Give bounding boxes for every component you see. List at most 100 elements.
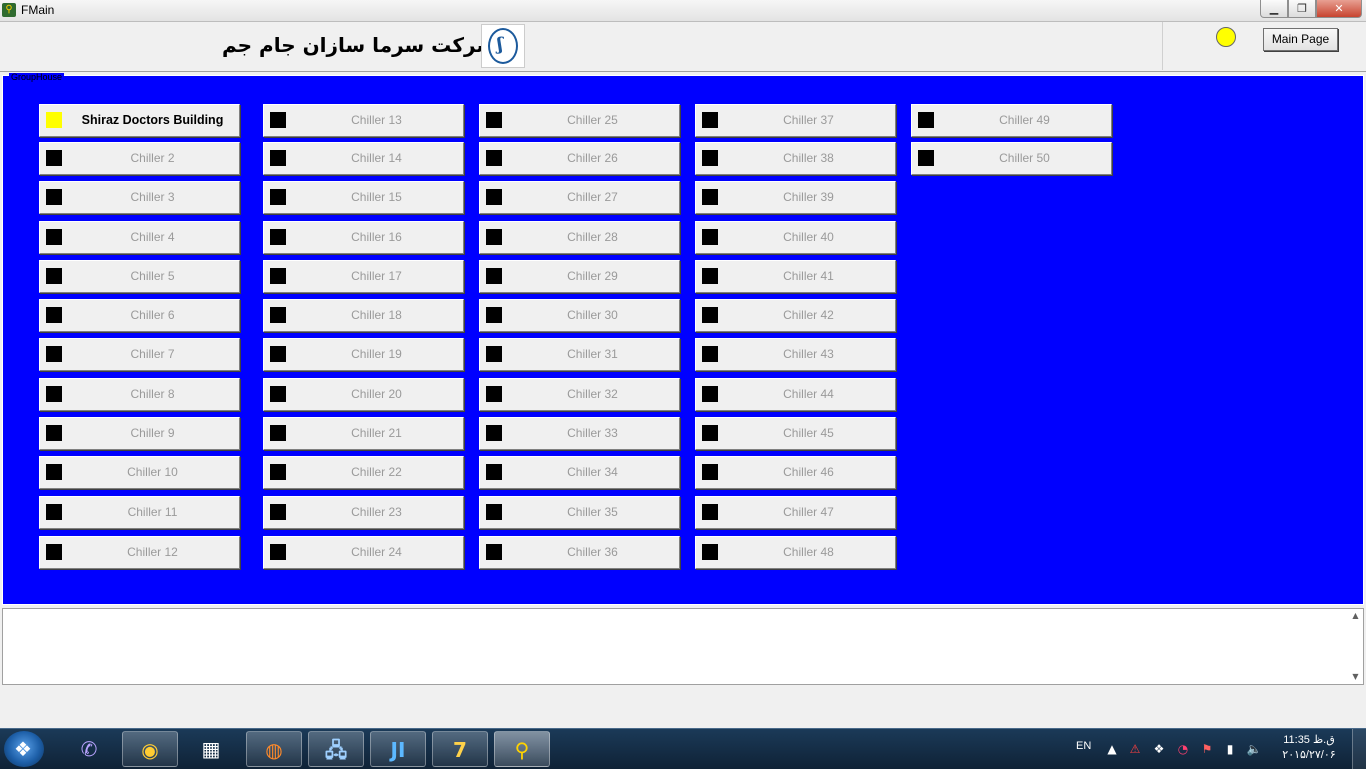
chiller-label: Chiller 48	[783, 545, 834, 559]
chiller-label: Chiller 14	[351, 151, 402, 165]
chiller-label: Chiller 21	[351, 426, 402, 440]
chiller-button[interactable]: Chiller 4	[39, 221, 240, 254]
chiller-button[interactable]: Chiller 15	[263, 181, 464, 214]
chiller-button[interactable]: Chiller 47	[695, 496, 896, 529]
chiller-button[interactable]: Chiller 24	[263, 536, 464, 569]
chiller-button[interactable]: Chiller 45	[695, 417, 896, 450]
window-titlebar[interactable]: ⚲ FMain ▁ ❐ ✕	[0, 0, 1366, 22]
chiller-button[interactable]: Chiller 35	[479, 496, 680, 529]
start-button[interactable]	[4, 731, 44, 767]
dropbox-tray-icon[interactable]: ❖	[1151, 742, 1167, 756]
power-tray-icon[interactable]: ▮	[1222, 742, 1238, 756]
chiller-button[interactable]: Chiller 22	[263, 456, 464, 489]
chiller-button[interactable]: Chiller 3	[39, 181, 240, 214]
taskbar: ✆ ◉ ▦ ◍ 🖧 JI 7 ⚲ EN ▲ ⚠ ❖ ◔ ⚑ ▮ 🔈 11:35 ق.ظ ۲۰۱…	[0, 728, 1366, 769]
chiller-button[interactable]: Chiller 17	[263, 260, 464, 293]
chiller-button[interactable]: Chiller 41	[695, 260, 896, 293]
chiller-button[interactable]: Chiller 18	[263, 299, 464, 332]
chiller-button[interactable]: Chiller 43	[695, 338, 896, 371]
chiller-button[interactable]: Chiller 38	[695, 142, 896, 175]
chiller-button[interactable]: Chiller 7	[39, 338, 240, 371]
chiller-button[interactable]: Chiller 26	[479, 142, 680, 175]
taskbar-button[interactable]: ⚲	[494, 731, 550, 767]
chiller-button[interactable]: Chiller 5	[39, 260, 240, 293]
chiller-status-icon	[702, 307, 718, 323]
chiller-button[interactable]: Chiller 49	[911, 104, 1112, 137]
taskbar-button[interactable]: ◍	[246, 731, 302, 767]
chiller-button[interactable]: Chiller 21	[263, 417, 464, 450]
chiller-button[interactable]: Chiller 27	[479, 181, 680, 214]
chiller-status-icon	[270, 346, 286, 362]
maximize-button[interactable]: ❐	[1288, 0, 1316, 18]
chiller-button[interactable]: Shiraz Doctors Building	[39, 104, 240, 137]
chiller-button[interactable]: Chiller 46	[695, 456, 896, 489]
chiller-button[interactable]: Chiller 36	[479, 536, 680, 569]
chiller-button[interactable]: Chiller 11	[39, 496, 240, 529]
chiller-button[interactable]: Chiller 19	[263, 338, 464, 371]
scroll-up-arrow-icon[interactable]: ▲	[1348, 609, 1363, 623]
chiller-button[interactable]: Chiller 12	[39, 536, 240, 569]
chiller-button[interactable]: Chiller 16	[263, 221, 464, 254]
log-textarea[interactable]: ▲ ▼	[2, 608, 1364, 685]
scroll-down-arrow-icon[interactable]: ▼	[1348, 670, 1363, 684]
clock-date: ۲۰۱۵/۲۷/۰۶	[1282, 749, 1336, 761]
header-panel: شرکت سرما سازان جام جم ʃ	[0, 22, 1366, 72]
taskbar-button[interactable]: ✆	[62, 731, 116, 767]
chiller-button[interactable]: Chiller 42	[695, 299, 896, 332]
chiller-button[interactable]: Chiller 48	[695, 536, 896, 569]
taskbar-button[interactable]: ▦	[184, 731, 238, 767]
taskbar-clock[interactable]: 11:35 ق.ظ ۲۰۱۵/۲۷/۰۶	[1276, 733, 1342, 763]
chiller-label: Chiller 40	[783, 230, 834, 244]
chiller-button[interactable]: Chiller 39	[695, 181, 896, 214]
volume-muted-icon[interactable]: 🔈	[1246, 742, 1262, 756]
company-name: شرکت سرما سازان جام جم	[222, 33, 497, 57]
chiller-button[interactable]: Chiller 37	[695, 104, 896, 137]
chiller-button[interactable]: Chiller 6	[39, 299, 240, 332]
chiller-button[interactable]: Chiller 32	[479, 378, 680, 411]
chiller-status-icon	[486, 268, 502, 284]
chiller-button[interactable]: Chiller 31	[479, 338, 680, 371]
chiller-label: Chiller 41	[783, 269, 834, 283]
close-button[interactable]: ✕	[1316, 0, 1362, 18]
chiller-button[interactable]: Chiller 33	[479, 417, 680, 450]
chiller-button[interactable]: Chiller 10	[39, 456, 240, 489]
chiller-button[interactable]: Chiller 13	[263, 104, 464, 137]
chiller-label: Chiller 46	[783, 465, 834, 479]
chiller-button[interactable]: Chiller 8	[39, 378, 240, 411]
chiller-status-icon	[270, 150, 286, 166]
chiller-button[interactable]: Chiller 9	[39, 417, 240, 450]
chiller-button[interactable]: Chiller 30	[479, 299, 680, 332]
chiller-button[interactable]: Chiller 29	[479, 260, 680, 293]
main-page-button[interactable]: Main Page	[1263, 28, 1338, 51]
show-desktop-button[interactable]	[1352, 729, 1366, 769]
chiller-label: Chiller 20	[351, 387, 402, 401]
minimize-button[interactable]: ▁	[1260, 0, 1288, 18]
taskbar-button[interactable]: 7	[432, 731, 488, 767]
chiller-status-icon	[46, 544, 62, 560]
log-scrollbar[interactable]: ▲ ▼	[1348, 609, 1363, 684]
chiller-button[interactable]: Chiller 50	[911, 142, 1112, 175]
taskbar-button[interactable]: JI	[370, 731, 426, 767]
chiller-button[interactable]: Chiller 2	[39, 142, 240, 175]
chiller-status-icon	[270, 268, 286, 284]
chiller-label: Chiller 33	[567, 426, 618, 440]
chiller-button[interactable]: Chiller 28	[479, 221, 680, 254]
chiller-label: Chiller 7	[130, 347, 175, 361]
chiller-button[interactable]: Chiller 25	[479, 104, 680, 137]
chiller-button[interactable]: Chiller 14	[263, 142, 464, 175]
app-icon[interactable]: ⚲	[2, 3, 16, 17]
chiller-button[interactable]: Chiller 40	[695, 221, 896, 254]
antivirus-tray-icon[interactable]: ⚠	[1127, 742, 1143, 756]
chiller-button[interactable]: Chiller 23	[263, 496, 464, 529]
app-tray-icon[interactable]: ◔	[1175, 742, 1191, 756]
taskbar-button[interactable]: 🖧	[308, 731, 364, 767]
show-hidden-icons-icon[interactable]: ▲	[1104, 742, 1120, 756]
chiller-label: Chiller 8	[130, 387, 175, 401]
chiller-button[interactable]: Chiller 20	[263, 378, 464, 411]
chiller-button[interactable]: Chiller 34	[479, 456, 680, 489]
taskbar-button[interactable]: ◉	[122, 731, 178, 767]
language-indicator[interactable]: EN	[1076, 740, 1091, 752]
chiller-button[interactable]: Chiller 44	[695, 378, 896, 411]
action-center-icon[interactable]: ⚑	[1199, 742, 1215, 756]
chiller-label: Chiller 15	[351, 190, 402, 204]
